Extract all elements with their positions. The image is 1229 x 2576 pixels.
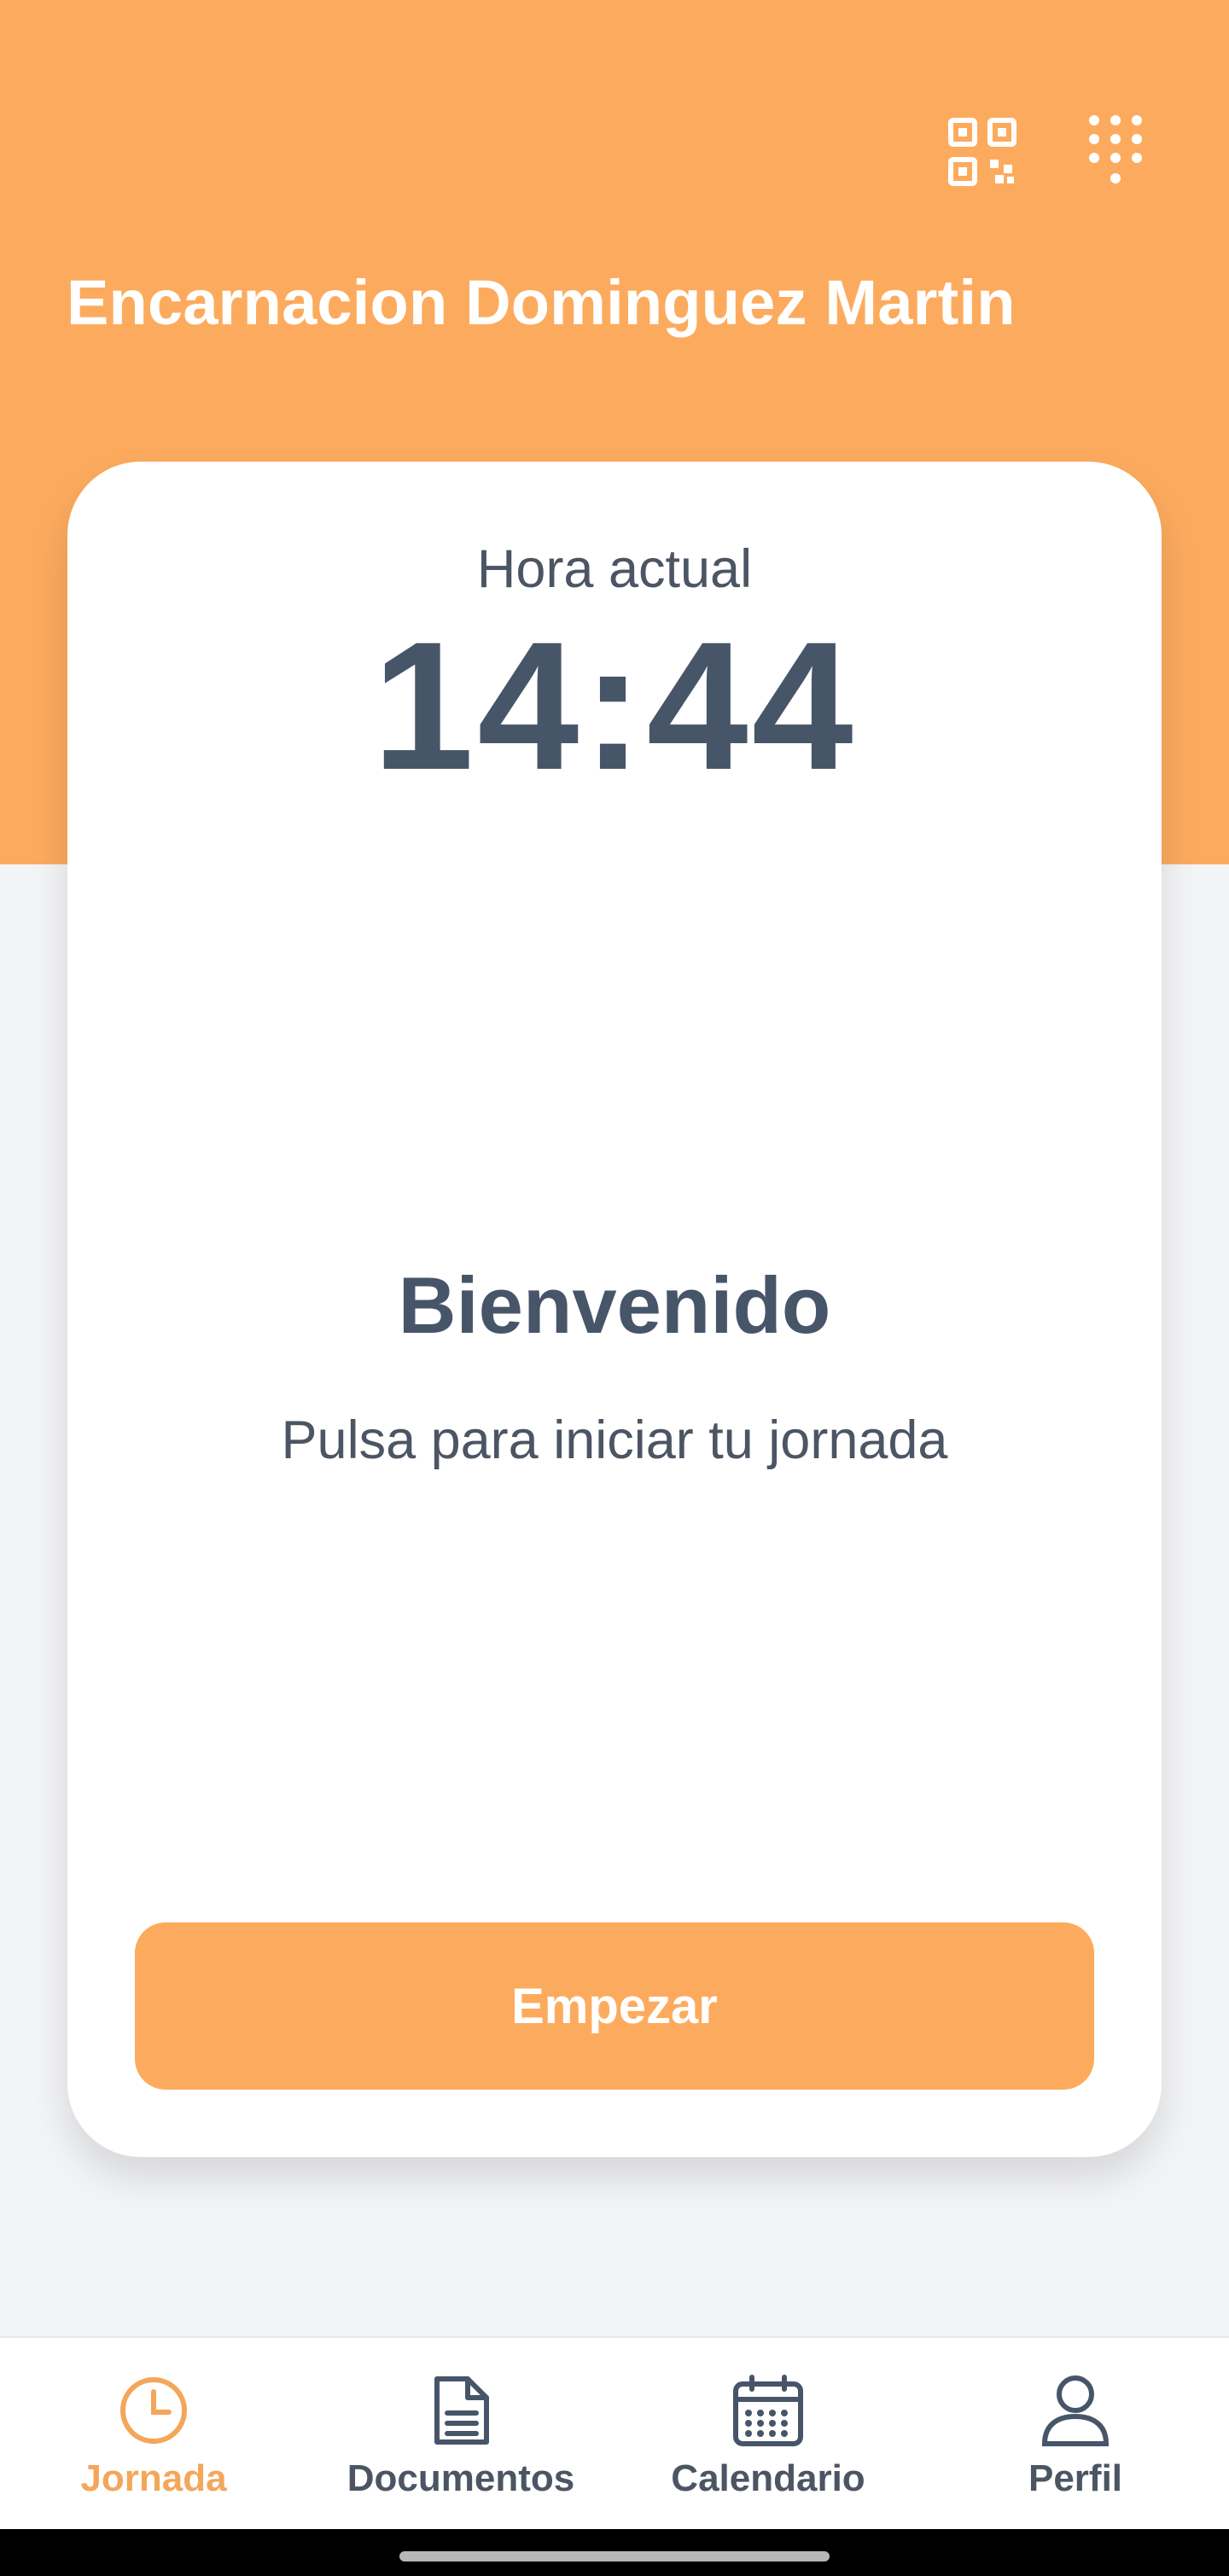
current-time-label: Hora actual — [476, 539, 753, 599]
dialpad-icon — [1089, 115, 1142, 183]
document-icon — [434, 2376, 489, 2445]
nav-label-calendario: Calendario — [671, 2457, 865, 2499]
nav-item-documentos[interactable]: Documentos — [307, 2338, 614, 2531]
home-indicator[interactable] — [399, 2551, 830, 2561]
calendar-icon — [733, 2375, 803, 2446]
qr-code-button[interactable] — [946, 115, 1019, 189]
nav-item-calendario[interactable]: Calendario — [614, 2338, 922, 2531]
qr-code-icon — [948, 118, 1016, 186]
clock-icon — [120, 2377, 187, 2444]
current-time: 14:44 — [372, 604, 857, 808]
welcome-title: Bienvenido — [398, 1260, 831, 1350]
nav-label-perfil: Perfil — [1028, 2457, 1123, 2499]
nav-item-perfil[interactable]: Perfil — [922, 2338, 1229, 2531]
shift-card: Hora actual 14:44 Bienvenido Pulsa para … — [67, 462, 1162, 2157]
nav-item-jornada[interactable]: Jornada — [0, 2338, 307, 2531]
user-icon — [1041, 2375, 1110, 2446]
dialpad-button[interactable] — [1079, 115, 1152, 189]
nav-label-jornada: Jornada — [80, 2457, 227, 2499]
welcome-subtitle: Pulsa para iniciar tu jornada — [281, 1410, 948, 1470]
start-shift-button[interactable]: Empezar — [135, 1922, 1094, 2090]
header-actions — [946, 115, 1152, 189]
nav-label-documentos: Documentos — [347, 2457, 575, 2499]
bottom-navigation: Jornada Documentos Calendario Perfil — [0, 2336, 1229, 2531]
user-name: Encarnacion Dominguez Martin — [67, 267, 1016, 338]
